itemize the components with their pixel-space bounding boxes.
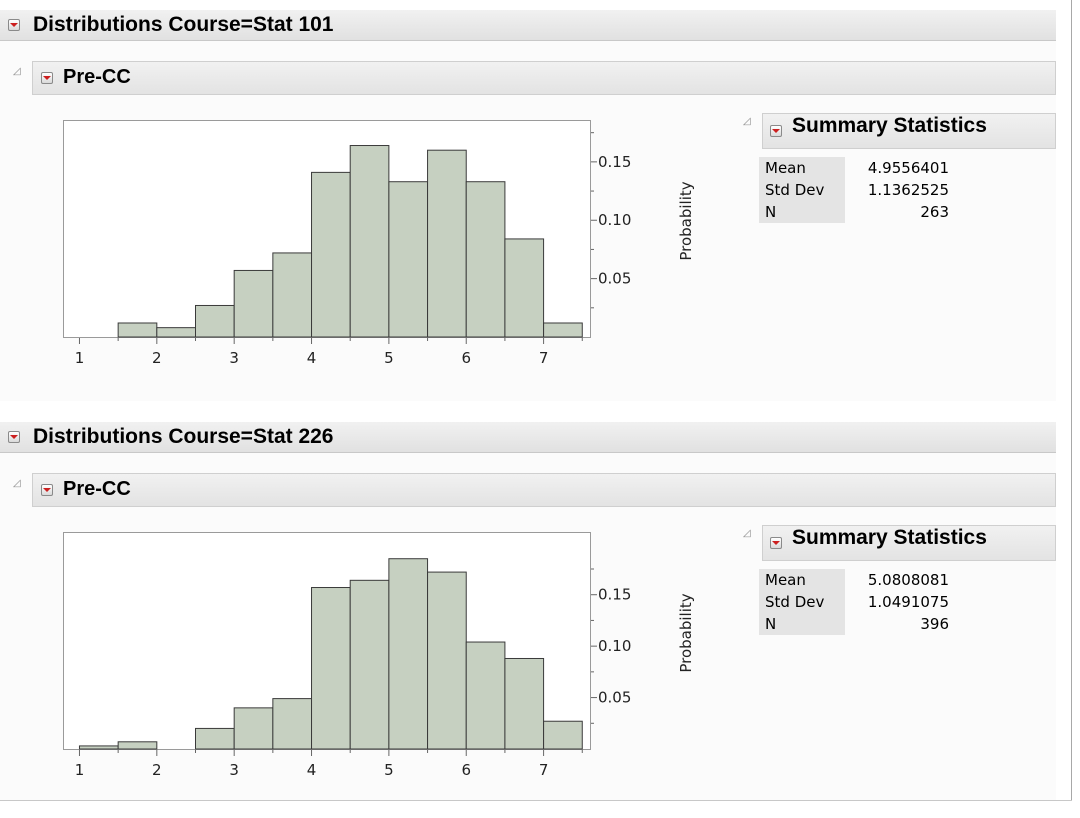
stat-label: Std Dev	[759, 591, 845, 613]
table-row: Mean 5.0808081	[759, 569, 955, 591]
summary-statistics-title: Summary Statistics	[792, 526, 987, 549]
histogram-bar	[427, 149, 467, 338]
y-tick-label: 0.10	[598, 211, 631, 229]
table-row: N 263	[759, 201, 955, 223]
histogram-bar	[195, 727, 235, 750]
x-tick-label: 5	[384, 349, 394, 367]
y-tick-label: 0.10	[598, 637, 631, 655]
x-tick-label: 6	[461, 761, 471, 779]
stat-value: 1.0491075	[867, 593, 949, 611]
histogram-bar	[427, 571, 467, 750]
x-tick-label: 2	[152, 761, 162, 779]
x-tick-label: 1	[75, 349, 85, 367]
distribution-body-2: ◿ Pre-CC 1 2 3 4 5 6 7 0.05 0.10 0.15 Probability …	[0, 453, 1056, 800]
histogram-bar	[465, 181, 506, 338]
histogram-bar	[465, 641, 506, 750]
disclosure-triangle-icon[interactable]: ◿	[743, 529, 751, 539]
red-triangle-menu-icon[interactable]	[770, 125, 782, 137]
stat-value: 1.1362525	[867, 181, 949, 199]
table-row: Std Dev 1.0491075	[759, 591, 955, 613]
histogram-bar	[117, 741, 158, 750]
histogram-bar	[349, 145, 390, 338]
stat-value: 5.0808081	[867, 571, 949, 589]
histogram-bar	[504, 657, 545, 750]
histogram-bar	[272, 698, 313, 750]
histogram-bar	[388, 181, 429, 338]
red-triangle-menu-icon[interactable]	[8, 19, 20, 31]
red-triangle-menu-icon[interactable]	[770, 537, 782, 549]
histogram-bar	[311, 587, 351, 750]
histogram-bar	[233, 707, 274, 750]
distribution-report-1: Distributions Course=Stat 101 ◿ Pre-CC 1…	[0, 10, 1056, 410]
distribution-report-2: Distributions Course=Stat 226 ◿ Pre-CC 1…	[0, 422, 1056, 800]
y-axis-label: Probability	[677, 181, 695, 260]
stat-label: N	[759, 201, 845, 223]
summary-statistics-table: Mean 5.0808081 Std Dev 1.0491075 N 396	[759, 569, 955, 635]
x-tick-label: 4	[307, 761, 317, 779]
table-row: Mean 4.9556401	[759, 157, 955, 179]
red-triangle-menu-icon[interactable]	[8, 431, 20, 443]
y-axis-label: Probability	[677, 593, 695, 672]
stat-label: Mean	[759, 569, 845, 591]
histogram-bar	[233, 269, 274, 338]
x-tick-label: 6	[461, 349, 471, 367]
window-right-border	[1071, 0, 1072, 800]
histogram-bar	[349, 579, 390, 750]
disclosure-triangle-icon[interactable]: ◿	[743, 117, 751, 127]
x-tick-label: 7	[539, 761, 549, 779]
x-tick-label: 4	[307, 349, 317, 367]
histogram-bar	[156, 327, 197, 338]
summary-statistics-table: Mean 4.9556401 Std Dev 1.1362525 N 263	[759, 157, 955, 223]
stat-value: 263	[920, 203, 949, 221]
summary-statistics-title: Summary Statistics	[792, 114, 987, 137]
distribution-body-1: ◿ Pre-CC 1 2 3 4 5 6 7 0.05 0.10 0.15 Probability …	[0, 41, 1056, 401]
table-row: Std Dev 1.1362525	[759, 179, 955, 201]
x-tick-label: 7	[539, 349, 549, 367]
y-tick-label: 0.15	[598, 586, 631, 604]
stat-label: N	[759, 613, 845, 635]
histogram-bar	[388, 558, 429, 750]
table-row: N 396	[759, 613, 955, 635]
x-tick-label: 3	[229, 349, 239, 367]
stat-value: 4.9556401	[867, 159, 949, 177]
y-tick-label: 0.05	[598, 270, 631, 288]
distribution-title: Distributions Course=Stat 226	[33, 425, 334, 448]
y-tick-label: 0.05	[598, 689, 631, 707]
histogram-bar	[504, 238, 545, 338]
stat-label: Mean	[759, 157, 845, 179]
histogram-bar	[78, 745, 119, 750]
stat-value: 396	[920, 615, 949, 633]
distribution-header-1: Distributions Course=Stat 101	[0, 10, 1056, 41]
histogram-bar	[117, 322, 158, 338]
distribution-header-2: Distributions Course=Stat 226	[0, 422, 1056, 453]
window-bottom-border	[0, 800, 1072, 801]
histogram-bar	[311, 171, 351, 338]
histogram-chart: 1 2 3 4 5 6 7 0.05 0.10 0.15 Probability	[75, 558, 695, 779]
y-tick-label: 0.15	[598, 153, 631, 171]
stat-label: Std Dev	[759, 179, 845, 201]
x-tick-label: 2	[152, 349, 162, 367]
x-tick-label: 1	[75, 761, 85, 779]
histogram-bar	[543, 322, 583, 338]
histogram-chart: 1 2 3 4 5 6 7 0.05 0.10 0.15 Probability	[75, 132, 695, 367]
histogram-bar	[543, 720, 583, 750]
distribution-title: Distributions Course=Stat 101	[33, 13, 334, 36]
histogram-bar	[272, 252, 313, 338]
x-tick-label: 3	[229, 761, 239, 779]
histogram-bar	[195, 304, 235, 338]
x-tick-label: 5	[384, 761, 394, 779]
